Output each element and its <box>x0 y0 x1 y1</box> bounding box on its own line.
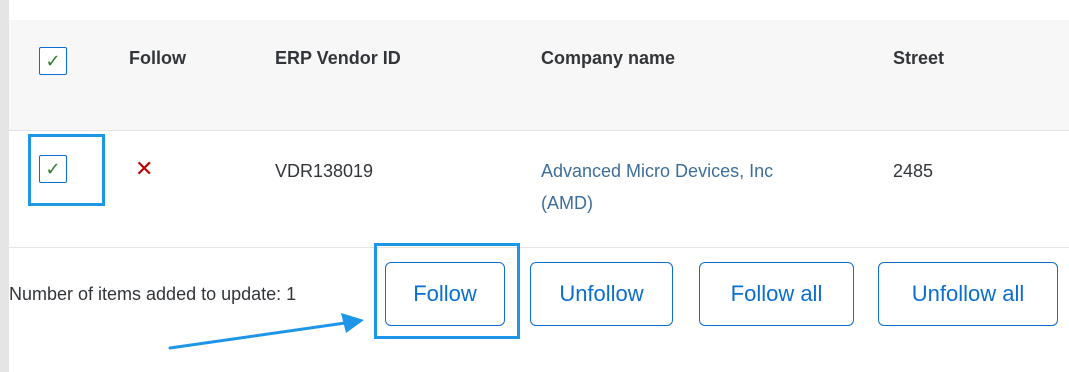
arrow-icon <box>168 313 364 350</box>
